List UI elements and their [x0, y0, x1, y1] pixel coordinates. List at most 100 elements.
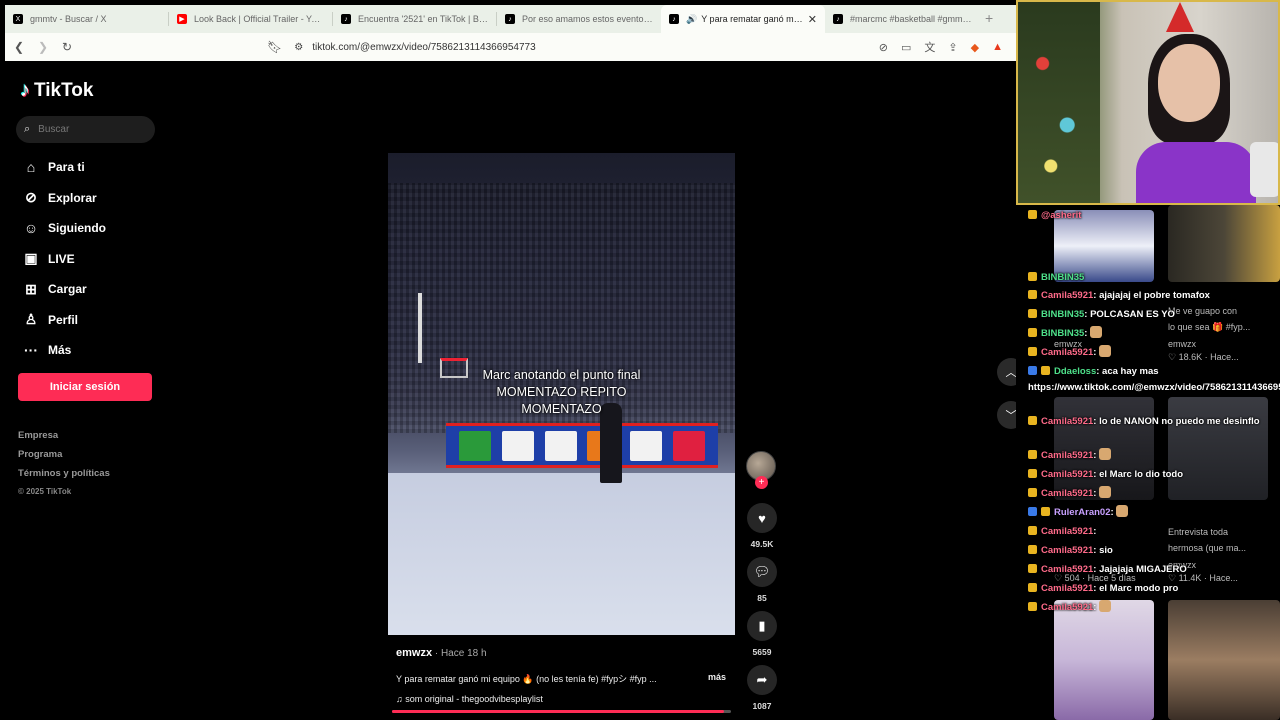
- caption-line: Marc anotando el punto final: [482, 368, 641, 382]
- tiktok-icon: ♪: [669, 14, 679, 24]
- chat-message: BINBIN35:: [1028, 326, 1278, 341]
- login-button[interactable]: Iniciar sesión: [18, 373, 152, 401]
- tab-bar: X gmmtv - Buscar / X ▶ Look Back | Offic…: [5, 5, 1016, 33]
- share-count: 1087: [752, 701, 772, 711]
- emote-icon: [1099, 345, 1112, 357]
- nav-live[interactable]: ▣ LIVE: [20, 244, 106, 275]
- emote-icon: [1090, 326, 1103, 338]
- footer-link-empresa[interactable]: Empresa: [18, 430, 110, 449]
- comment-action[interactable]: 💬︎ 85: [746, 557, 778, 603]
- chat-message-link: https://www.tiktok.com/@emwzx/video/7586…: [1028, 382, 1280, 393]
- profile-icon: ♙: [24, 311, 38, 328]
- share-action[interactable]: ➦ 1087: [746, 665, 778, 711]
- chat-message: BINBIN35: POLCASAN ES YO: [1028, 307, 1278, 322]
- tab-x[interactable]: X gmmtv - Buscar / X: [5, 5, 169, 33]
- share-icon[interactable]: ⇪: [948, 41, 957, 54]
- nav-mas[interactable]: ··· Más: [20, 335, 106, 366]
- search-input[interactable]: [38, 124, 134, 135]
- video-player[interactable]: Marc anotando el punto final MOMENTAZO R…: [388, 153, 735, 635]
- translate-icon[interactable]: 文: [924, 39, 935, 55]
- tiktok-icon: ♪: [505, 14, 515, 24]
- nav-perfil[interactable]: ♙ Perfil: [20, 305, 106, 336]
- tiktok-icon: ♪: [833, 14, 843, 24]
- speaker-icon[interactable]: 🔊: [686, 14, 697, 25]
- cast-icon[interactable]: ▭: [901, 41, 911, 54]
- tab-youtube[interactable]: ▶ Look Back | Official Trailer - YouTube: [169, 5, 333, 33]
- footer-link-terminos[interactable]: Términos y políticas: [18, 468, 110, 487]
- nav-cargar[interactable]: ⊞ Cargar: [20, 274, 106, 305]
- tab-label: Y para rematar ganó mi equip: [701, 14, 804, 24]
- x-logo-icon: X: [13, 14, 23, 24]
- description-row: Y para rematar ganó mi equipo 🔥 (no les …: [396, 672, 736, 685]
- chat-message: Camila5921: lo de NANON no puedo me desi…: [1028, 414, 1278, 429]
- chevron-up-icon: ︿: [1005, 367, 1017, 379]
- copyright: © 2025 TikTok: [18, 487, 72, 496]
- comment-icon[interactable]: 💬︎: [747, 557, 777, 587]
- compass-icon: ⊘: [25, 189, 37, 206]
- sound-link[interactable]: ♫ som original - thegoodvibesplaylist: [396, 694, 736, 704]
- tab-tiktok-search[interactable]: ♪ Encuentra '2521' en TikTok | Busca co: [333, 5, 497, 33]
- chat-message: Camila5921:: [1028, 486, 1278, 501]
- streamer: [1136, 32, 1256, 203]
- microphone: [1250, 142, 1278, 197]
- chat-message: Camila5921:: [1028, 524, 1278, 539]
- bookmark-icon[interactable]: 🔖︎: [267, 40, 282, 54]
- new-tab-button[interactable]: +: [981, 5, 997, 33]
- close-tab-icon[interactable]: ✕: [808, 13, 817, 26]
- save-count: 5659: [752, 647, 772, 657]
- more-icon: ···: [24, 342, 38, 359]
- reload-icon[interactable]: ↻: [57, 40, 77, 54]
- emote-icon: [1099, 448, 1112, 460]
- like-action[interactable]: ♥ 49.5K: [746, 503, 778, 549]
- video-court: [388, 473, 735, 635]
- tab-tiktok-eventos[interactable]: ♪ Por eso amamos estos eventos es pu: [497, 5, 661, 33]
- christmas-tree: [1018, 2, 1100, 203]
- like-count: 49.5K: [750, 539, 774, 549]
- nav-label: Cargar: [48, 282, 87, 297]
- tab-tiktok-active[interactable]: ♪ 🔊 Y para rematar ganó mi equip ✕: [661, 5, 825, 33]
- tiktok-icon: ♪: [341, 14, 351, 24]
- upload-icon: ⊞: [25, 280, 37, 297]
- nav-siguiendo[interactable]: ☺ Siguiendo: [20, 213, 106, 244]
- footer-links: Empresa Programa Términos y políticas © …: [18, 430, 110, 506]
- video-description: emwzx · Hace 18 h Y para rematar ganó mi…: [396, 647, 736, 704]
- nav-label: Para ti: [48, 160, 85, 175]
- forward-icon[interactable]: ❯: [33, 40, 53, 54]
- youtube-icon: ▶: [177, 14, 187, 24]
- nav-para-ti[interactable]: ⌂ Para ti: [20, 152, 106, 183]
- bookmark-save-icon[interactable]: ▮: [747, 611, 777, 641]
- follow-plus-icon[interactable]: +: [755, 476, 768, 489]
- tab-label: #marcmc #basketball #gmmstarlym: [850, 14, 973, 24]
- tab-label: Encuentra '2521' en TikTok | Busca co: [358, 14, 489, 24]
- save-action[interactable]: ▮ 5659: [746, 611, 778, 657]
- video-backboard: [418, 293, 422, 363]
- emote-icon: [1099, 600, 1112, 612]
- chevron-down-icon: ﹀: [1005, 410, 1017, 422]
- share-arrow-icon[interactable]: ➦: [747, 665, 777, 695]
- chat-message: Camila5921:: [1028, 600, 1278, 615]
- tab-label: Por eso amamos estos eventos es pu: [522, 14, 653, 24]
- site-info-icon[interactable]: ⚙︎: [294, 42, 303, 53]
- nav-label: Más: [48, 343, 72, 358]
- heart-icon[interactable]: ♥: [747, 503, 777, 533]
- rewards-icon[interactable]: ▲: [992, 41, 1003, 53]
- video-progress-bar[interactable]: [392, 710, 731, 713]
- author-line: emwzx · Hace 18 h: [396, 647, 736, 659]
- author-name[interactable]: emwzx: [396, 647, 432, 659]
- address-bar[interactable]: tiktok.com/@emwzx/video/7586213114366954…: [312, 42, 879, 53]
- tiktok-logo[interactable]: ♪ TikTok: [20, 79, 93, 102]
- tab-label: gmmtv - Buscar / X: [30, 14, 107, 24]
- nav-explorar[interactable]: ⊘ Explorar: [20, 183, 106, 214]
- chat-message: Camila5921: ajajajaj el pobre tomafox: [1028, 288, 1278, 303]
- santa-hat-icon: [1166, 2, 1194, 32]
- footer-link-programa[interactable]: Programa: [18, 449, 110, 468]
- no-video-icon[interactable]: ⊘: [879, 41, 888, 54]
- sub-badge-icon: [1028, 210, 1037, 219]
- nav-label: Siguiendo: [48, 221, 106, 236]
- chat-message: Camila5921: el Marc modo pro: [1028, 581, 1278, 596]
- back-icon[interactable]: ❮: [9, 40, 29, 54]
- more-link[interactable]: más: [708, 672, 726, 685]
- tab-tiktok-marcmc[interactable]: ♪ #marcmc #basketball #gmmstarlym: [825, 5, 981, 33]
- brave-shield-icon[interactable]: ◆: [971, 41, 979, 54]
- search-box[interactable]: ⌕: [16, 116, 155, 143]
